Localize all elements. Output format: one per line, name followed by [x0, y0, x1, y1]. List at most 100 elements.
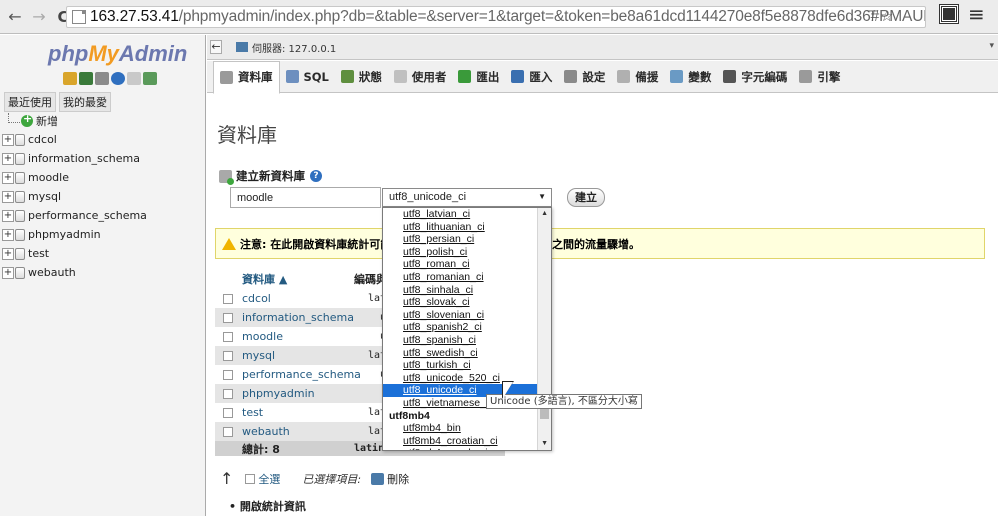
dropdown-option[interactable]: utf8_turkish_ci — [383, 359, 551, 372]
expand-icon[interactable]: + — [2, 209, 14, 222]
tab-1[interactable]: SQL — [280, 61, 335, 93]
expand-icon[interactable]: + — [2, 247, 14, 260]
check-all-checkbox[interactable] — [245, 473, 256, 484]
database-link[interactable]: information_schema — [242, 311, 368, 324]
navigation-panel: phpMyAdmin 最近使用 我的最愛 新增 +cdcol +informat… — [0, 35, 206, 516]
tab-0[interactable]: 資料庫 — [213, 60, 280, 94]
row-checkbox[interactable] — [223, 312, 233, 323]
tab-4[interactable]: 匯出 — [452, 61, 505, 93]
dropdown-option[interactable]: utf8_spanish_ci — [383, 334, 551, 347]
database-name-input[interactable] — [230, 187, 381, 208]
back-icon[interactable]: ← — [6, 7, 24, 27]
reload-nav-icon[interactable] — [143, 72, 157, 85]
dropdown-option[interactable]: utf8_spanish2_ci — [383, 321, 551, 334]
row-checkbox[interactable] — [223, 407, 233, 418]
favorites-tab[interactable]: 我的最愛 — [59, 92, 111, 112]
dropdown-option[interactable]: utf8_romanian_ci — [383, 271, 551, 284]
dropdown-option[interactable]: utf8_unicode_520_ci — [383, 372, 551, 385]
pin-icon[interactable]: ⊤ — [866, 7, 879, 25]
database-link[interactable]: performance_schema — [242, 368, 368, 381]
extension-icon[interactable] — [939, 4, 959, 24]
expand-icon[interactable]: + — [2, 171, 14, 184]
expand-icon[interactable]: + — [2, 152, 14, 165]
database-link[interactable]: test — [242, 406, 368, 419]
query-window-icon[interactable] — [95, 72, 109, 85]
database-link[interactable]: cdcol — [242, 292, 368, 305]
expand-icon[interactable]: + — [2, 266, 14, 279]
database-link[interactable]: webauth — [242, 425, 368, 438]
dropdown-option[interactable]: utf8_polish_ci — [383, 246, 551, 259]
create-button[interactable]: 建立 — [567, 188, 605, 207]
dropdown-option[interactable]: utf8mb4_croatian_ci — [383, 435, 551, 448]
dropdown-option[interactable]: utf8mb4_bin — [383, 422, 551, 435]
delete-icon[interactable] — [371, 472, 385, 485]
main-content: ← 伺服器: 127.0.0.1 ▾ 資料庫 SQL 狀態 使用者 匯出 匯入 設定 備援 變數… — [207, 35, 998, 516]
dropdown-option[interactable]: utf8_sinhala_ci — [383, 284, 551, 297]
dropdown-option[interactable]: utf8_slovak_ci — [383, 296, 551, 309]
tab-3[interactable]: 使用者 — [388, 61, 453, 93]
tab-6[interactable]: 設定 — [558, 61, 611, 93]
phpmyadmin-logo[interactable]: phpMyAdmin — [48, 41, 187, 67]
tree-item[interactable]: + mysql — [2, 187, 147, 206]
tab-2[interactable]: 狀態 — [335, 61, 388, 93]
row-checkbox[interactable] — [223, 388, 233, 399]
tab-10[interactable]: 引擎 — [793, 61, 846, 93]
dropdown-option[interactable]: utf8_swedish_ci — [383, 347, 551, 360]
tree-item[interactable]: + performance_schema — [2, 206, 147, 225]
row-checkbox[interactable] — [223, 331, 233, 342]
dropdown-option[interactable]: utf8_persian_ci — [383, 233, 551, 246]
tree-item[interactable]: + webauth — [2, 263, 147, 282]
delete-link[interactable]: 刪除 — [387, 471, 409, 487]
dropdown-option[interactable]: utf8_latvian_ci — [383, 208, 551, 221]
help-icon[interactable]: ? — [310, 170, 322, 182]
tab-8[interactable]: 變數 — [664, 61, 717, 93]
database-link[interactable]: phpmyadmin — [242, 387, 368, 400]
collation-select[interactable]: utf8_unicode_ci ▼ — [382, 188, 552, 207]
tree-item[interactable]: + moodle — [2, 168, 147, 187]
bulk-actions: ↑ 全選 已選擇項目: 刪除 — [220, 469, 409, 488]
row-checkbox[interactable] — [223, 426, 233, 437]
expand-icon[interactable]: + — [2, 133, 14, 146]
forward-icon[interactable]: → — [30, 7, 48, 27]
row-checkbox[interactable] — [223, 350, 233, 361]
database-link[interactable]: mysql — [242, 349, 368, 362]
tab-9[interactable]: 字元編碼 — [717, 61, 793, 93]
scroll-up-icon[interactable]: ▲ — [541, 210, 548, 217]
expand-icon[interactable]: + — [2, 190, 14, 203]
tree-new[interactable]: 新增 — [2, 111, 147, 130]
dropdown-option[interactable]: utf8_slovenian_ci — [383, 309, 551, 322]
chevron-down-icon: ▼ — [538, 192, 546, 201]
dropdown-option[interactable]: utf8mb4_czech_ci — [383, 447, 551, 450]
docs-icon[interactable] — [127, 72, 141, 85]
tree-item[interactable]: + test — [2, 244, 147, 263]
tree-item[interactable]: + cdcol — [2, 130, 147, 149]
column-database[interactable]: 資料庫 ▲ — [242, 271, 354, 287]
bookmark-star-icon[interactable]: ☆ — [880, 7, 893, 25]
help-icon[interactable] — [111, 72, 125, 85]
expand-icon[interactable]: + — [2, 228, 14, 241]
tree-item[interactable]: + phpmyadmin — [2, 225, 147, 244]
recent-tab[interactable]: 最近使用 — [4, 92, 56, 112]
row-checkbox[interactable] — [223, 369, 233, 380]
scroll-down-icon[interactable]: ▼ — [541, 440, 548, 447]
enable-statistics-link[interactable]: • 開啟統計資訊 — [229, 498, 306, 514]
row-checkbox[interactable] — [223, 293, 233, 304]
url-text[interactable]: 163.27.53.41/phpmyadmin/index.php?db=&ta… — [90, 8, 925, 26]
check-all-link[interactable]: 全選 — [258, 471, 280, 487]
tab-5[interactable]: 匯入 — [505, 61, 558, 93]
tab-7[interactable]: 備援 — [611, 61, 664, 93]
collation-dropdown-list[interactable]: utf8_latvian_ci utf8_lithuanian_ci utf8_pe… — [382, 207, 552, 451]
dropdown-scrollbar[interactable]: ▲ ▼ — [537, 208, 551, 450]
home-icon[interactable] — [63, 72, 77, 85]
server-label[interactable]: 伺服器: 127.0.0.1 — [252, 40, 336, 55]
logout-icon[interactable] — [79, 72, 93, 85]
menu-icon[interactable]: ≡ — [968, 2, 985, 26]
address-bar[interactable]: 163.27.53.41/phpmyadmin/index.php?db=&ta… — [66, 6, 926, 28]
menu-arrow-icon[interactable]: ▾ — [989, 41, 994, 51]
dropdown-option[interactable]: utf8_lithuanian_ci — [383, 221, 551, 234]
new-db-icon — [21, 112, 33, 127]
collapse-nav-icon[interactable]: ← — [210, 40, 222, 54]
dropdown-option[interactable]: utf8_roman_ci — [383, 258, 551, 271]
database-link[interactable]: moodle — [242, 330, 368, 343]
tree-item[interactable]: + information_schema — [2, 149, 147, 168]
